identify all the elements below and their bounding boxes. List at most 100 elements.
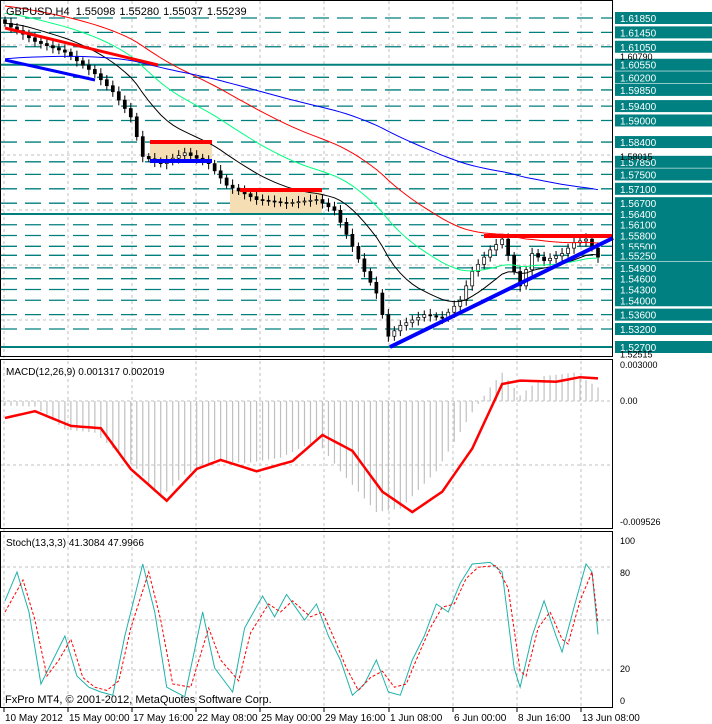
candle-body	[482, 256, 487, 265]
candle-body	[494, 244, 499, 251]
chart-canvas[interactable]: 10 May 2012 15 May 00:00 17 May 16:00 22 Ma…	[0, 0, 712, 724]
candle-body	[128, 108, 133, 118]
main-panel-border	[0, 0, 613, 357]
candle-body	[140, 136, 145, 157]
candle-body	[92, 69, 97, 75]
price-label: 1.55250	[620, 251, 657, 262]
macd-axis-label: 0.003000	[620, 360, 658, 370]
price-scale-label: 1.58015	[620, 152, 653, 162]
candle-body	[332, 206, 337, 211]
macd-axis-label: 0.00	[620, 396, 638, 406]
candle-body	[410, 319, 415, 324]
candle-body	[260, 199, 265, 201]
time-label: 6 Jun 00:00	[454, 713, 507, 724]
price-label: 1.59850	[620, 86, 657, 97]
candle-body	[452, 305, 457, 313]
candle-body	[122, 99, 127, 109]
stoch-title: Stoch(13,3,3) 41.3084 47.9966	[6, 538, 144, 549]
candle-body	[314, 199, 319, 201]
time-label: 17 May 16:00	[133, 713, 194, 724]
candle-body	[326, 202, 331, 208]
candle-body	[63, 49, 67, 53]
candle-body	[3, 19, 7, 24]
macd-panel-border	[0, 359, 613, 529]
price-label: 1.59400	[620, 102, 657, 113]
candle-body	[81, 60, 85, 66]
candle-body	[254, 196, 259, 200]
candle-body	[146, 156, 151, 160]
stoch-axis-label: 0	[620, 696, 625, 706]
stoch-axis-label: 80	[620, 568, 630, 578]
price-scale-label: 1.60790	[620, 52, 653, 62]
time-label: 10 May 2012	[5, 713, 63, 724]
symbol-header: GBPUSD,H4 1.55098 1.55280 1.55037 1.55239	[6, 6, 247, 18]
candle-body	[134, 116, 139, 138]
candle-body	[266, 199, 271, 202]
candle-body	[284, 202, 289, 204]
candle-body	[530, 253, 534, 271]
candle-body	[230, 184, 235, 189]
price-label: 1.53600	[620, 311, 657, 322]
candle-body	[566, 247, 570, 254]
candle-body	[33, 37, 37, 42]
candle-body	[584, 238, 588, 242]
candle-body	[596, 247, 600, 258]
candle-body	[392, 330, 397, 337]
candle-body	[428, 314, 433, 317]
time-label: 22 May 08:00	[197, 713, 258, 724]
candle-body	[104, 79, 109, 87]
candle-body	[434, 315, 439, 318]
candle-body	[512, 254, 516, 272]
price-label: 1.60200	[620, 73, 657, 84]
candle-body	[560, 253, 564, 257]
macd-title: MACD(12,26,9) 0.001317 0.002019	[6, 367, 165, 378]
candle-body	[98, 73, 103, 81]
candle-body	[320, 199, 325, 204]
candle-body	[224, 177, 229, 186]
chart-window[interactable]: 10 May 2012 15 May 00:00 17 May 16:00 22 Ma…	[0, 0, 712, 724]
candle-body	[536, 253, 540, 258]
candle-body	[386, 314, 391, 337]
candle-body	[302, 200, 307, 203]
candle-body	[248, 193, 253, 198]
candle-body	[51, 45, 55, 49]
price-label: 1.60550	[620, 61, 657, 72]
price-label: 1.59000	[620, 116, 657, 127]
price-label: 1.53200	[620, 325, 657, 336]
time-label: 13 Jun 08:00	[582, 713, 640, 724]
candle-body	[422, 314, 427, 318]
candle-body	[39, 41, 43, 44]
candle-body	[188, 152, 193, 156]
candle-body	[176, 155, 181, 159]
price-scale-label: 1.52515	[620, 350, 653, 360]
price-label: 1.54000	[620, 296, 657, 307]
candle-body	[404, 322, 409, 326]
candle-body	[236, 187, 241, 192]
candle-body	[464, 285, 469, 301]
macd-axis-label: -0.009526	[620, 517, 661, 527]
price-label: 1.57500	[620, 170, 657, 181]
macd-signal-line	[4, 375, 599, 514]
candle-body	[470, 271, 475, 287]
candle-body	[374, 281, 379, 294]
candle-body	[548, 257, 552, 262]
candle-body	[350, 233, 355, 247]
candle-body	[542, 256, 546, 262]
moving-average-line	[4, 55, 599, 191]
stoch-main-line	[4, 561, 599, 698]
candle-body	[308, 199, 313, 202]
candle-body	[75, 56, 79, 62]
candle-body	[87, 64, 91, 70]
candle-body	[57, 47, 61, 51]
time-label: 29 May 16:00	[325, 713, 386, 724]
candle-body	[554, 255, 558, 259]
candle-body	[212, 163, 217, 172]
price-label: 1.61450	[620, 28, 657, 39]
candle-body	[398, 325, 403, 332]
price-label: 1.57100	[620, 185, 657, 196]
candle-body	[290, 202, 295, 204]
candle-body	[572, 242, 576, 249]
time-label: 1 Jun 08:00	[390, 713, 443, 724]
stoch-axis-label: 100	[620, 536, 635, 546]
candle-body	[272, 200, 277, 203]
